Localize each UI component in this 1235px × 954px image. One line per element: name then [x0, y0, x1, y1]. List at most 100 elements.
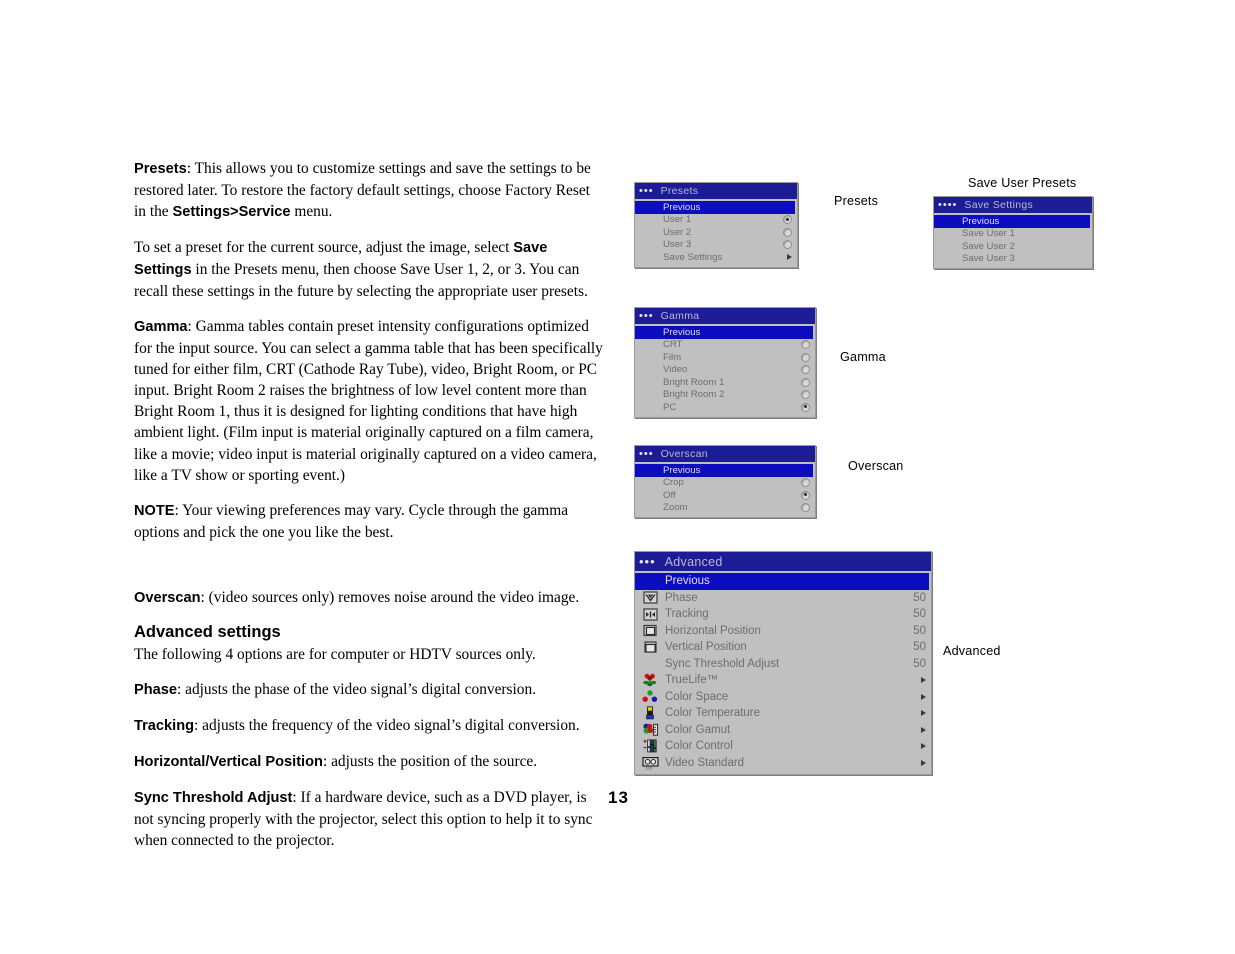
osd-menu-item[interactable]: Horizontal Position 50	[635, 623, 931, 640]
term-hv-position: Horizontal/Vertical Position	[134, 753, 323, 770]
osd-titlebar-advanced: ••• Advanced	[635, 552, 931, 571]
paragraph-presets-intro-text2: menu.	[290, 203, 333, 221]
osd-menu-item[interactable]: Previous	[934, 215, 1090, 228]
osd-menu-item-label: Zoom	[663, 502, 688, 514]
osd-menu-item[interactable]: Video	[635, 364, 815, 377]
phase-icon	[639, 591, 661, 605]
osd-menu-item-label: Color Temperature	[665, 707, 761, 720]
radio-unselected-icon[interactable]	[801, 340, 810, 350]
paragraph-presets-howto: To set a preset for the current source, …	[134, 237, 604, 302]
osd-menu-item[interactable]: CRT	[635, 339, 815, 352]
osd-menu-item[interactable]: Previous	[635, 326, 813, 339]
osd-menu-item[interactable]: Previous	[635, 464, 813, 477]
osd-menu-item-label: Video	[663, 364, 688, 376]
video-standard-icon: 123	[639, 756, 661, 770]
osd-menu-item[interactable]: Save User 1	[934, 228, 1092, 241]
color-temperature-icon	[639, 706, 661, 720]
paragraph-tracking-text: : adjusts the frequency of the video sig…	[194, 716, 580, 734]
radio-selected-icon[interactable]	[801, 402, 810, 412]
horizontal-position-icon	[639, 624, 661, 638]
osd-menu-item[interactable]: TrueLife™	[635, 672, 931, 689]
osd-menu-item[interactable]: User 1	[635, 214, 797, 227]
osd-menu-item[interactable]: Off	[635, 489, 815, 502]
osd-menu-item[interactable]: Color Temperature	[635, 705, 931, 722]
osd-menu-item[interactable]: User 2	[635, 226, 797, 239]
paragraph-gamma: Gamma: Gamma tables contain preset inten…	[134, 316, 604, 486]
osd-menu-item-value: 50	[913, 624, 926, 637]
submenu-arrow-icon[interactable]	[921, 710, 926, 717]
radio-unselected-icon[interactable]	[801, 365, 810, 375]
osd-menu-item-label: Previous	[962, 215, 1000, 227]
osd-menu-item[interactable]: Phase 50	[635, 590, 931, 607]
radio-selected-icon[interactable]	[783, 215, 792, 225]
osd-menu-overscan[interactable]: ••• Overscan Previous Crop Off Zoom	[634, 445, 816, 518]
osd-menu-item[interactable]: Previous	[635, 573, 929, 590]
radio-unselected-icon[interactable]	[783, 227, 792, 237]
osd-menu-item[interactable]: Save Settings	[635, 251, 797, 264]
osd-menu-item[interactable]: Sync Threshold Adjust 50	[635, 656, 931, 673]
menu-level-dots: •••	[639, 447, 654, 460]
osd-menu-item[interactable]: Crop	[635, 477, 815, 490]
submenu-arrow-icon[interactable]	[921, 677, 926, 684]
osd-menu-item-label: User 3	[663, 239, 692, 251]
osd-menu-item[interactable]: Vertical Position 50	[635, 639, 931, 656]
osd-menu-item[interactable]: Color Space	[635, 689, 931, 706]
caption-advanced: Advanced	[943, 644, 1001, 658]
paragraph-gamma-text: : Gamma tables contain preset intensity …	[134, 318, 603, 484]
osd-menu-item-label: Save User 2	[962, 240, 1015, 252]
submenu-arrow-icon[interactable]	[921, 743, 926, 750]
submenu-arrow-icon[interactable]	[787, 254, 792, 261]
osd-menu-item[interactable]: Save User 2	[934, 240, 1092, 253]
submenu-arrow-icon[interactable]	[921, 693, 926, 700]
submenu-arrow-icon[interactable]	[921, 759, 926, 766]
osd-menu-item-value: 50	[913, 608, 926, 621]
osd-menu-item[interactable]: PC	[635, 401, 815, 414]
caption-save-user-presets: Save User Presets	[968, 176, 1077, 190]
osd-menu-item[interactable]: Bright Room 2	[635, 389, 815, 402]
osd-menu-item-label: Color Control	[665, 740, 733, 753]
osd-menu-presets[interactable]: ••• Presets Previous User 1 User 2 User 3 Sa…	[634, 182, 798, 268]
heading-advanced-settings: Advanced settings	[134, 622, 281, 641]
osd-menu-item[interactable]: Zoom	[635, 502, 815, 515]
osd-titlebar-presets: ••• Presets	[635, 183, 797, 199]
osd-menu-item[interactable]: Bright Room 1	[635, 376, 815, 389]
osd-menu-item[interactable]: User 3	[635, 239, 797, 252]
submenu-arrow-icon[interactable]	[921, 726, 926, 733]
radio-unselected-icon[interactable]	[801, 478, 810, 488]
osd-menu-save-user-presets[interactable]: •••• Save Settings Previous Save User 1 Sa…	[933, 196, 1093, 269]
term-phase: Phase	[134, 681, 177, 698]
osd-menu-item[interactable]: Color Gamut	[635, 722, 931, 739]
radio-unselected-icon[interactable]	[801, 503, 810, 513]
radio-unselected-icon[interactable]	[801, 390, 810, 400]
paragraph-presets-howto-text2: in the Presets menu, then choose Save Us…	[134, 261, 588, 301]
paragraph-overscan: Overscan: (video sources only) removes n…	[134, 587, 604, 609]
osd-menu-item-label: Previous	[663, 201, 701, 213]
menu-level-dots: •••	[639, 309, 654, 322]
osd-menu-item-label: PC	[663, 401, 677, 413]
osd-menu-item[interactable]: Save User 3	[934, 253, 1092, 266]
osd-menu-item[interactable]: Film	[635, 351, 815, 364]
osd-menu-item-label: Phase	[665, 591, 698, 604]
icon-placeholder	[639, 574, 661, 588]
vertical-spacer	[134, 557, 604, 587]
radio-unselected-icon[interactable]	[801, 377, 810, 387]
osd-menu-item[interactable]: Previous	[635, 201, 795, 214]
term-presets: Presets	[134, 161, 187, 177]
osd-menu-item-label: Video Standard	[665, 756, 745, 769]
radio-unselected-icon[interactable]	[801, 352, 810, 362]
radio-selected-icon[interactable]	[801, 490, 810, 500]
osd-menu-item[interactable]: 123 Video Standard	[635, 755, 931, 772]
osd-menu-item-value: 50	[913, 641, 926, 654]
osd-menu-gamma[interactable]: ••• Gamma Previous CRT Film Video Bright Roo…	[634, 307, 816, 418]
radio-unselected-icon[interactable]	[783, 240, 792, 250]
caption-gamma: Gamma	[840, 350, 886, 364]
osd-menu-item[interactable]: Tracking 50	[635, 606, 931, 623]
osd-menu-advanced[interactable]: ••• Advanced Previous Phase 50 Tracking 50 Ho…	[634, 551, 932, 775]
osd-menu-item[interactable]: Color Control	[635, 738, 931, 755]
paragraph-presets-intro: Presets: This allows you to customize se…	[134, 158, 604, 223]
menu-level-dots: •••	[639, 184, 654, 197]
svg-text:123: 123	[645, 765, 652, 770]
osd-menu-item-label: Color Gamut	[665, 723, 731, 736]
osd-titlebar-overscan: ••• Overscan	[635, 446, 815, 462]
osd-body-presets: Previous User 1 User 2 User 3 Save Settings	[635, 199, 797, 267]
